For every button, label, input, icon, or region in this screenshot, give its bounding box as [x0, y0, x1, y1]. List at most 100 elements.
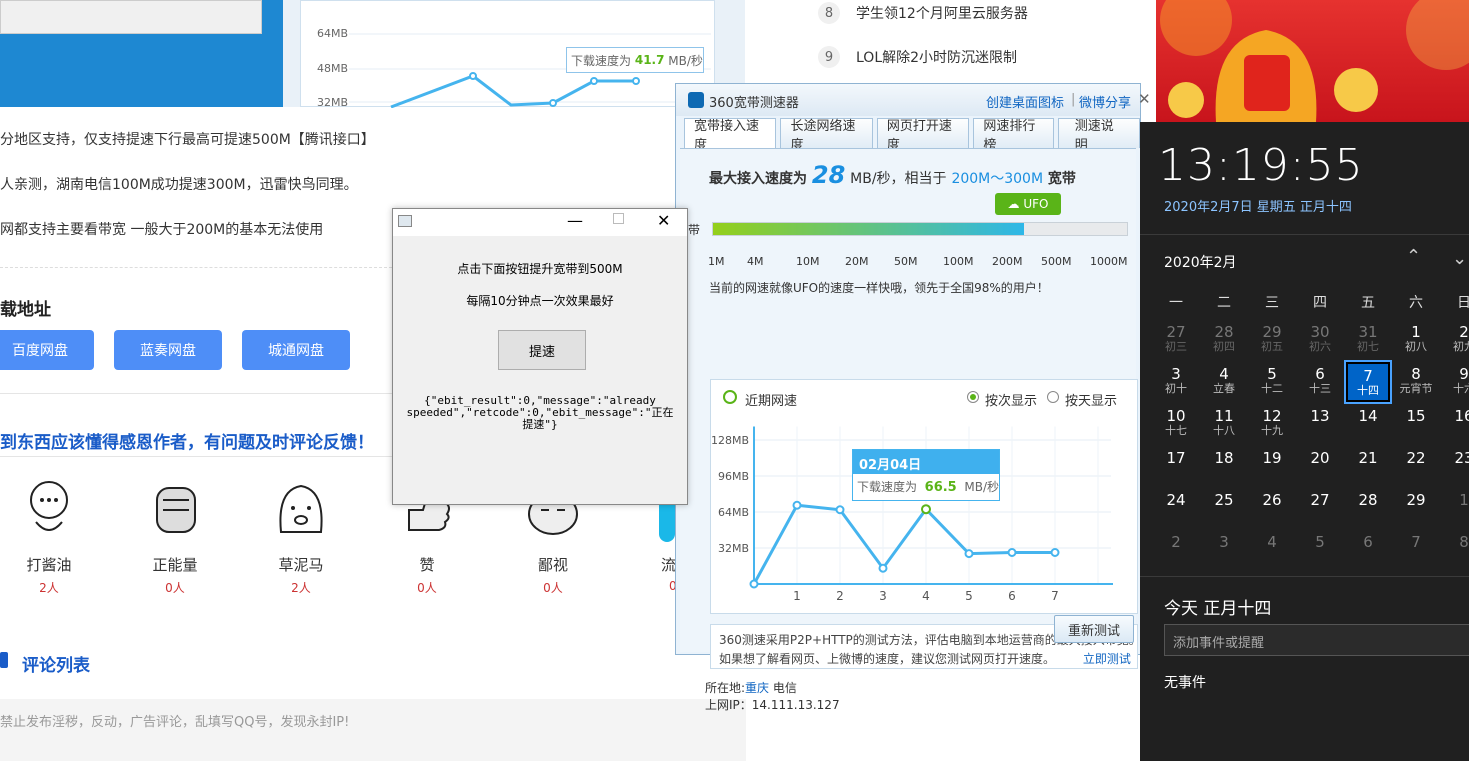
tab-help[interactable]: 测速说明: [1057, 118, 1140, 153]
calendar-day[interactable]: 7: [1394, 530, 1438, 570]
comments-heading: 评论列表: [22, 656, 90, 676]
minimize-icon[interactable]: —: [567, 211, 583, 230]
calendar-day[interactable]: 19: [1250, 446, 1294, 486]
news-item[interactable]: 8 学生领12个月阿里云服务器: [818, 2, 1028, 24]
speedup-button[interactable]: 提速: [498, 330, 586, 370]
calendar-day[interactable]: 6 十三: [1298, 362, 1342, 402]
chart-tooltip: 02月04日 下载速度为 66.5 MB/秒: [852, 449, 1000, 501]
calendar-day[interactable]: 1 初八: [1394, 320, 1438, 360]
recent-speed-panel: 近期网速 按次显示 按天显示 32MB 64MB 96MB 128MB 1 2 3 4 5 6 7 …: [710, 379, 1138, 614]
calendar-day[interactable]: 18: [1202, 446, 1246, 486]
lunar-date: 立春: [1213, 382, 1235, 395]
calendar-day[interactable]: 21: [1346, 446, 1390, 486]
reaction-zhengnengliang[interactable]: 正能量 0人: [135, 478, 215, 596]
calendar-day[interactable]: 2初九: [1442, 320, 1469, 360]
calendar-day[interactable]: 12 十九: [1250, 404, 1294, 444]
add-event-placeholder: 添加事件或提醒: [1173, 636, 1265, 651]
prev-month-icon[interactable]: ⌃: [1406, 246, 1421, 267]
close-icon[interactable]: ✕: [657, 211, 670, 230]
maximize-icon[interactable]: [613, 213, 624, 224]
desc-line: 如果想了解看网页、上微博的速度，建议您测试网页打开速度。: [719, 652, 1056, 666]
reaction-label: 赞: [419, 556, 435, 574]
lunar-date: 十七: [1165, 424, 1187, 437]
headline-prefix: 最大接入速度为: [709, 171, 807, 187]
thanks-heading: 到东西应该懂得感恩作者，有问题及时评论反馈！: [0, 433, 374, 453]
calendar-day[interactable]: 11 十八: [1202, 404, 1246, 444]
calendar-day[interactable]: 5 十二: [1250, 362, 1294, 402]
tab-webpage-speed[interactable]: 网页打开速度: [876, 118, 970, 153]
news-item[interactable]: 9 LOL解除2小时防沉迷限制: [818, 46, 1017, 68]
calendar-month[interactable]: 2020年2月: [1164, 252, 1237, 272]
calendar-day[interactable]: 1: [1442, 488, 1469, 528]
baidu-pan-button[interactable]: 百度网盘: [0, 330, 94, 370]
next-month-icon[interactable]: ⌃: [1452, 246, 1467, 267]
comment-textarea[interactable]: 禁止发布淫秽，反动，广告评论，乱填写QQ号，发现永封IP!: [0, 699, 746, 761]
calendar-day[interactable]: 26: [1250, 488, 1294, 528]
calendar-day[interactable]: 3: [1202, 530, 1246, 570]
calendar-day[interactable]: 15: [1394, 404, 1438, 444]
tooltip-value: 66.5: [924, 480, 957, 495]
mini-y-tick: 48MB: [317, 62, 349, 75]
reaction-dajiangyou[interactable]: 打酱油 2人: [9, 478, 89, 596]
close-icon[interactable]: ✕: [1138, 90, 1151, 108]
calendar-day[interactable]: 30 初六: [1298, 320, 1342, 360]
calendar-day[interactable]: 6: [1346, 530, 1390, 570]
mini-y-tick: 64MB: [317, 27, 349, 40]
calendar-day[interactable]: 14: [1346, 404, 1390, 444]
calendar-day[interactable]: 9十六: [1442, 362, 1469, 402]
location-city: 重庆: [745, 681, 770, 695]
tab-ranking[interactable]: 网速排行榜: [973, 118, 1054, 153]
reaction-caonima[interactable]: 草泥马 2人: [261, 478, 341, 596]
reaction-count: 2人: [39, 581, 59, 595]
test-now-link[interactable]: 立即测试: [1083, 652, 1131, 666]
headline-suffix: 宽带: [1047, 171, 1076, 187]
tooltip-date: 02月04日: [853, 450, 999, 474]
calendar-day[interactable]: 29 初五: [1250, 320, 1294, 360]
desc-line-2: 如果想了解看网页、上微博的速度，建议您测试网页打开速度。 立即测试: [719, 650, 1131, 669]
calendar-day[interactable]: 24: [1154, 488, 1198, 528]
calendar-day[interactable]: 22: [1394, 446, 1438, 486]
calendar-day[interactable]: 16: [1442, 404, 1469, 444]
y-tick-label: 128MB: [711, 434, 749, 447]
calendar-day[interactable]: 29: [1394, 488, 1438, 528]
calendar-day-today[interactable]: 7 十四: [1344, 360, 1392, 404]
calendar-day[interactable]: 28: [1346, 488, 1390, 528]
weekday-header: 三: [1265, 295, 1279, 311]
result-line: 提速"}: [522, 418, 558, 431]
lanzou-pan-button[interactable]: 蓝奏网盘: [114, 330, 222, 370]
calendar-day[interactable]: 27 初三: [1154, 320, 1198, 360]
calendar-day[interactable]: 8: [1442, 530, 1469, 570]
top-chart-area: 64MB 48MB 32MB 下载速度为 41.7 MB/秒: [0, 0, 745, 109]
calendar-day[interactable]: 25: [1202, 488, 1246, 528]
calendar-day[interactable]: 5: [1298, 530, 1342, 570]
data-point: [921, 504, 931, 515]
calendar-day[interactable]: 4 立春: [1202, 362, 1246, 402]
calendar-day[interactable]: 17: [1154, 446, 1198, 486]
calendar-day[interactable]: 3 初十: [1154, 362, 1198, 402]
calendar-day[interactable]: 20: [1298, 446, 1342, 486]
create-desktop-icon-link[interactable]: 创建桌面图标: [986, 92, 1064, 111]
x-tick-label: 6: [1008, 589, 1016, 603]
calendar-day[interactable]: 23: [1442, 446, 1469, 486]
calendar-day[interactable]: 8 元宵节: [1394, 362, 1438, 402]
x-tick-label: 7: [1051, 589, 1059, 603]
blog-text-line: 网都支持主要看带宽 一般大于200M的基本无法使用: [0, 222, 324, 238]
retest-button[interactable]: 重新测试: [1054, 615, 1134, 643]
calendar-day[interactable]: 4: [1250, 530, 1294, 570]
calendar-day[interactable]: 28 初四: [1202, 320, 1246, 360]
calendar-day[interactable]: 31 初七: [1346, 320, 1390, 360]
blog-text-line: 人亲测，湖南电信100M成功提速300M，迅雷快鸟同理。: [0, 177, 358, 193]
dialog-result: {"ebit_result":0,"message":"already spee…: [393, 395, 687, 431]
calendar-day[interactable]: 27: [1298, 488, 1342, 528]
weibo-share-link[interactable]: 微博分享: [1079, 92, 1131, 111]
tab-broadband-speed[interactable]: 宽带接入速度: [684, 118, 777, 153]
add-event-input[interactable]: 添加事件或提醒: [1164, 624, 1469, 656]
lunar-date: 初四: [1213, 340, 1235, 353]
calendar-day[interactable]: 13: [1298, 404, 1342, 444]
chengtong-pan-button[interactable]: 城通网盘: [242, 330, 350, 370]
tab-long-distance[interactable]: 长途网络速度: [780, 118, 873, 153]
calendar-day[interactable]: 10 十七: [1154, 404, 1198, 444]
calendar-day[interactable]: 2: [1154, 530, 1198, 570]
clock-date[interactable]: 2020年2月7日 星期五 正月十四: [1164, 196, 1352, 215]
news-rank: 8: [818, 2, 840, 24]
